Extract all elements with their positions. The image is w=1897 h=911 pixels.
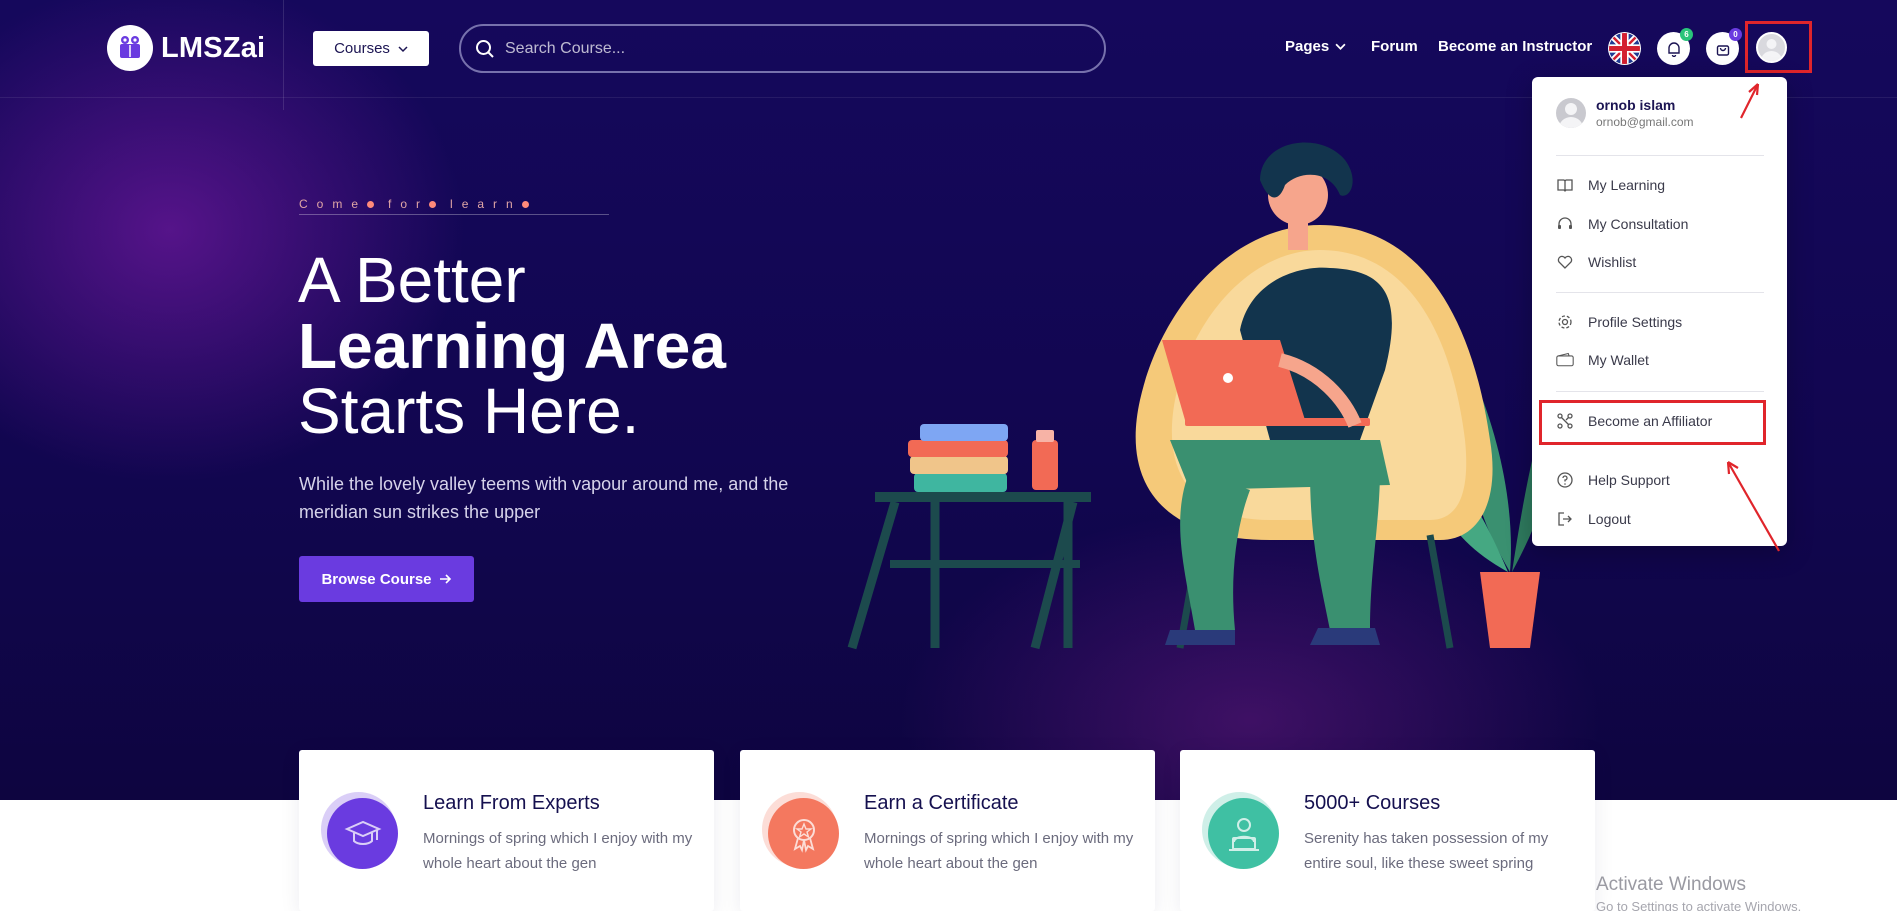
feature-description: Mornings of spring which I enjoy with my…	[864, 830, 1134, 872]
user-dropdown-menu: ornob islam ornob@gmail.com My Learning …	[1532, 77, 1787, 546]
browse-course-button[interactable]: Browse Course	[299, 556, 474, 602]
tagline-word-1: Come	[299, 197, 368, 211]
gear-icon	[1556, 313, 1574, 331]
search-icon	[476, 39, 494, 58]
notification-button[interactable]: 6	[1657, 28, 1693, 65]
notification-badge: 6	[1680, 28, 1693, 41]
question-icon	[1556, 471, 1574, 489]
nav-become-instructor[interactable]: Become an Instructor	[1438, 38, 1592, 55]
hero-description: While the lovely valley teems with vapou…	[299, 474, 789, 522]
menu-item-label: Help Support	[1588, 472, 1670, 488]
hero-title-line-2: Learning Area	[298, 310, 726, 382]
book-icon	[1556, 176, 1574, 194]
menu-item-label: Wishlist	[1588, 254, 1637, 270]
arrow-right-icon	[439, 574, 451, 584]
hero-tagline: Come for learn	[299, 197, 543, 211]
affiliate-icon	[1556, 412, 1574, 430]
bell-icon	[1667, 41, 1680, 57]
nav-pages[interactable]: Pages	[1285, 38, 1346, 55]
dropdown-divider	[1556, 292, 1764, 293]
tagline-word-2: for	[388, 197, 430, 211]
feature-icon-ring	[1202, 792, 1277, 867]
cart-button[interactable]: 0	[1706, 28, 1742, 65]
menu-item-my-learning[interactable]: My Learning	[1556, 176, 1665, 194]
menu-item-label: Profile Settings	[1588, 314, 1683, 330]
hero-title-line-1: A Better	[298, 244, 526, 316]
logout-icon	[1556, 510, 1574, 528]
nav-forum[interactable]: Forum	[1371, 38, 1418, 55]
dropdown-avatar-icon	[1556, 98, 1586, 128]
shopping-bag-icon	[1716, 44, 1729, 56]
browse-course-label: Browse Course	[321, 570, 432, 588]
courses-label: Courses	[334, 40, 390, 57]
nav-pages-label: Pages	[1285, 38, 1330, 55]
feature-description: Mornings of spring which I enjoy with my…	[423, 830, 693, 872]
menu-item-help-support[interactable]: Help Support	[1556, 471, 1670, 489]
user-avatar-icon	[1761, 39, 1782, 61]
tagline-underline	[299, 214, 609, 215]
dropdown-divider	[1556, 391, 1764, 392]
menu-item-logout[interactable]: Logout	[1556, 510, 1631, 528]
tagline-dot	[429, 200, 437, 208]
feature-icon-wrap	[762, 792, 839, 869]
menu-item-my-consultation[interactable]: My Consultation	[1556, 215, 1688, 233]
feature-card-courses: 5000+ Courses Serenity has taken possess…	[1180, 750, 1595, 911]
menu-item-label: Become an Affiliator	[1588, 413, 1713, 429]
menu-item-label: Logout	[1588, 511, 1631, 527]
windows-activation-title: Activate Windows	[1596, 874, 1746, 895]
courses-dropdown-button[interactable]: Courses	[313, 31, 429, 66]
dropdown-user-email: ornob@gmail.com	[1596, 115, 1694, 129]
nav-forum-label: Forum	[1371, 38, 1418, 55]
hero-illustration	[847, 142, 1551, 650]
feature-card-certificate: Earn a Certificate Mornings of spring wh…	[740, 750, 1155, 911]
nav-become-instructor-label: Become an Instructor	[1438, 38, 1593, 55]
menu-item-wishlist[interactable]: Wishlist	[1556, 253, 1636, 271]
menu-item-profile-settings[interactable]: Profile Settings	[1556, 313, 1682, 331]
cart-badge: 0	[1729, 28, 1742, 41]
chevron-down-icon	[1335, 43, 1346, 50]
feature-card-experts: Learn From Experts Mornings of spring wh…	[299, 750, 714, 911]
tagline-dot	[521, 200, 529, 208]
dropdown-divider	[1556, 155, 1764, 156]
feature-title: 5000+ Courses	[1304, 792, 1441, 814]
menu-item-my-wallet[interactable]: My Wallet	[1556, 351, 1649, 369]
dropdown-user-info: ornob islam ornob@gmail.com	[1556, 97, 1694, 129]
logo[interactable]: LMSZai	[107, 25, 265, 71]
feature-description: Serenity has taken possession of my enti…	[1304, 830, 1549, 872]
search-input[interactable]	[505, 39, 1065, 58]
feature-icon-ring	[762, 792, 837, 867]
chevron-down-icon	[398, 45, 408, 52]
uk-flag-icon	[1609, 33, 1640, 64]
menu-item-label: My Learning	[1588, 177, 1666, 193]
hero-title-line-3: Starts Here.	[298, 375, 640, 447]
feature-icon-wrap	[1202, 792, 1279, 869]
dropdown-user-name: ornob islam	[1596, 97, 1676, 113]
menu-item-label: My Consultation	[1588, 216, 1689, 232]
feature-title: Earn a Certificate	[864, 792, 1019, 814]
tagline-dot	[367, 200, 375, 208]
heart-icon	[1556, 253, 1574, 271]
user-avatar-button[interactable]	[1756, 32, 1787, 63]
headset-icon	[1556, 215, 1574, 233]
wallet-icon	[1556, 351, 1574, 369]
menu-item-label: My Wallet	[1588, 352, 1649, 368]
menu-item-become-affiliator[interactable]: Become an Affiliator	[1556, 412, 1712, 430]
feature-icon-ring	[321, 792, 396, 867]
feature-title: Learn From Experts	[423, 792, 600, 814]
tagline-word-3: learn	[450, 197, 522, 211]
windows-activation-subtitle: Go to Settings to activate Windows.	[1596, 899, 1802, 911]
nav-divider	[283, 0, 284, 110]
logo-mark-icon	[107, 25, 153, 71]
language-selector[interactable]	[1608, 32, 1641, 65]
feature-icon-wrap	[321, 792, 398, 869]
logo-text: LMSZai	[161, 31, 266, 64]
search-bar[interactable]	[459, 24, 1106, 73]
